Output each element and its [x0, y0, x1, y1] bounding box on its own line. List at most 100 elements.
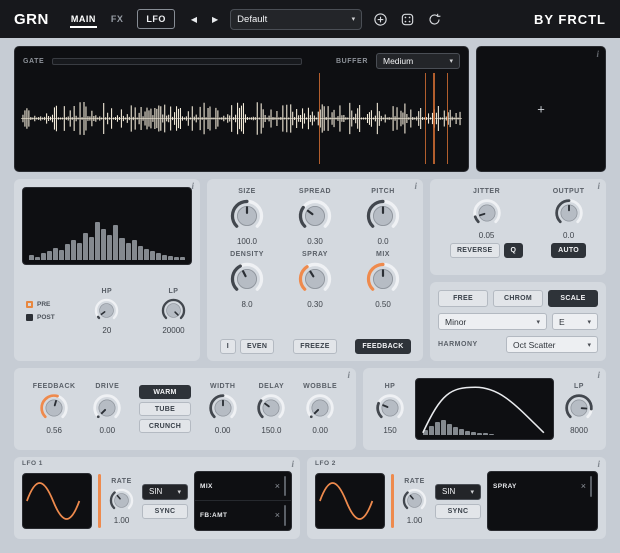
info-icon[interactable]: i: [291, 460, 294, 469]
close-icon[interactable]: ×: [581, 482, 586, 491]
post-checkbox[interactable]: [26, 314, 33, 321]
lfo-target-row[interactable]: FB:AMT ×: [195, 501, 291, 530]
target-depth-slider[interactable]: [284, 505, 286, 526]
main-content: GATE BUFFER Medium ▾ i + i PRE POST HP 2…: [0, 38, 620, 539]
reset-refresh-icon[interactable]: [425, 10, 443, 28]
knob-value: 0.00: [214, 426, 231, 435]
info-icon[interactable]: i: [191, 182, 194, 191]
save-preset-icon[interactable]: [371, 10, 389, 28]
info-icon[interactable]: i: [597, 182, 600, 191]
filter-panel: i HP 150 LP 8000: [363, 368, 606, 450]
lfo2-controls: SIN ▾ SYNC: [435, 483, 481, 519]
lfo2-depth-slider[interactable]: [391, 474, 394, 528]
randomize-dice-icon[interactable]: [398, 10, 416, 28]
post-hp-knob[interactable]: HP 150: [373, 383, 407, 435]
info-icon[interactable]: i: [347, 371, 350, 380]
gate-meter[interactable]: [52, 57, 302, 65]
waveform-display[interactable]: [21, 73, 462, 164]
feedback-button[interactable]: FEEDBACK: [355, 339, 411, 354]
target-depth-slider[interactable]: [284, 476, 286, 496]
harmony-select[interactable]: Oct Scatter ▾: [506, 336, 598, 353]
quantize-button[interactable]: Q: [503, 243, 524, 258]
lfo1-panel: LFO 1 i RATE 1.00 SIN ▾ SYNC MIX × FB:AM…: [14, 457, 300, 539]
drive-knob[interactable]: DRIVE 0.00: [90, 383, 124, 435]
info-icon[interactable]: i: [597, 460, 600, 469]
tab-fx[interactable]: FX: [111, 14, 124, 24]
size-knob[interactable]: SIZE 100.0: [227, 188, 267, 246]
width-knob[interactable]: WIDTH 0.00: [206, 383, 240, 435]
reverse-button[interactable]: REVERSE: [449, 243, 500, 258]
pre-toggle[interactable]: PRE: [26, 301, 55, 308]
fx-feedback-knob[interactable]: FEEDBACK 0.56: [33, 383, 76, 435]
even-button[interactable]: EVEN: [239, 339, 275, 354]
lfo1-targets: MIX × FB:AMT ×: [194, 471, 292, 531]
delay-knob[interactable]: DELAY 150.0: [254, 383, 288, 435]
root-note-select[interactable]: E ▾: [552, 313, 598, 330]
knob-value: 8000: [570, 426, 588, 435]
preset-select[interactable]: Default ▾: [230, 8, 363, 30]
sample-drop-zone[interactable]: i +: [476, 46, 606, 172]
knob-value: 150.0: [261, 426, 282, 435]
scale-type-select[interactable]: Minor ▾: [438, 313, 547, 330]
crunch-button[interactable]: CRUNCH: [139, 419, 191, 433]
auto-gain-button[interactable]: AUTO: [551, 243, 587, 258]
knob-label: WOBBLE: [303, 383, 338, 390]
wobble-knob[interactable]: WOBBLE 0.00: [303, 383, 337, 435]
lfo1-rate-knob[interactable]: RATE 1.00: [107, 478, 136, 525]
spectrum-bars: [29, 193, 185, 260]
chrom-button[interactable]: CHROM: [493, 290, 543, 307]
knob-label: HP: [384, 383, 396, 390]
post-toggle[interactable]: POST: [26, 314, 55, 321]
info-icon[interactable]: i: [596, 50, 599, 59]
chevron-down-icon: ▾: [587, 341, 591, 349]
spread-knob[interactable]: SPREAD 0.30: [295, 188, 335, 246]
lfo1-depth-slider[interactable]: [98, 474, 101, 528]
prev-preset-button[interactable]: ◀: [188, 13, 200, 26]
knob-dial: [208, 394, 237, 419]
free-button[interactable]: FREE: [438, 290, 488, 307]
tube-button[interactable]: TUBE: [139, 402, 191, 416]
lfo2-rate-knob[interactable]: RATE 1.00: [400, 478, 429, 525]
target-depth-slider[interactable]: [590, 476, 592, 497]
info-icon[interactable]: i: [414, 182, 417, 191]
lfo2-wave-display[interactable]: [315, 473, 385, 529]
lfo2-wave-svg: [319, 482, 374, 520]
post-lp-knob[interactable]: LP 8000: [562, 383, 596, 435]
scale-button[interactable]: SCALE: [548, 290, 598, 307]
pitch-knob[interactable]: PITCH 0.0: [363, 188, 403, 246]
lfo2-shape-select[interactable]: SIN ▾: [435, 483, 481, 500]
buffer-label: BUFFER: [336, 57, 368, 65]
freeze-button[interactable]: FREEZE: [293, 339, 337, 354]
lfo1-shape-select[interactable]: SIN ▾: [142, 483, 188, 500]
scale-type-value: Minor: [445, 316, 467, 327]
spray-knob[interactable]: SPRAY 0.30: [295, 251, 335, 309]
close-icon[interactable]: ×: [275, 481, 280, 491]
mix-knob[interactable]: MIX 0.50: [363, 251, 403, 309]
jitter-knob[interactable]: JITTER 0.05: [470, 188, 504, 240]
tab-lfo[interactable]: LFO: [137, 9, 175, 29]
jitter-output-panel: i JITTER 0.05 REVERSE Q OUTPUT 0.0 AUTO: [430, 179, 606, 275]
next-preset-button[interactable]: ▶: [209, 13, 221, 26]
knob-value: 0.50: [375, 300, 391, 309]
chevron-down-icon: ▾: [470, 488, 474, 496]
tab-main[interactable]: MAIN: [69, 11, 97, 28]
lfo1-wave-display[interactable]: [22, 473, 92, 529]
pre-checkbox[interactable]: [26, 301, 33, 308]
lfo-target-row[interactable]: SPRAY ×: [488, 472, 597, 501]
grain-panel: i SIZE 100.0 SPREAD 0.30 PITCH 0.0 DENSITY 8…: [207, 179, 423, 361]
knob-dial: [109, 488, 134, 509]
pre-hp-knob[interactable]: HP 20: [92, 288, 121, 335]
pre-lp-knob[interactable]: LP 20000: [159, 288, 188, 335]
lfo2-sync-button[interactable]: SYNC: [435, 503, 481, 519]
lfo-target-row[interactable]: MIX ×: [195, 472, 291, 501]
knob-dial: [565, 394, 593, 419]
output-knob[interactable]: OUTPUT 0.0: [552, 188, 586, 240]
density-knob[interactable]: DENSITY 8.0: [227, 251, 267, 309]
lfo1-sync-button[interactable]: SYNC: [142, 503, 188, 519]
info-icon[interactable]: i: [597, 371, 600, 380]
chevron-down-icon: ▾: [536, 318, 540, 326]
warm-button[interactable]: WARM: [139, 385, 191, 399]
close-icon[interactable]: ×: [275, 511, 280, 520]
buffer-select[interactable]: Medium ▾: [376, 53, 460, 69]
interp-button[interactable]: I: [219, 339, 236, 354]
